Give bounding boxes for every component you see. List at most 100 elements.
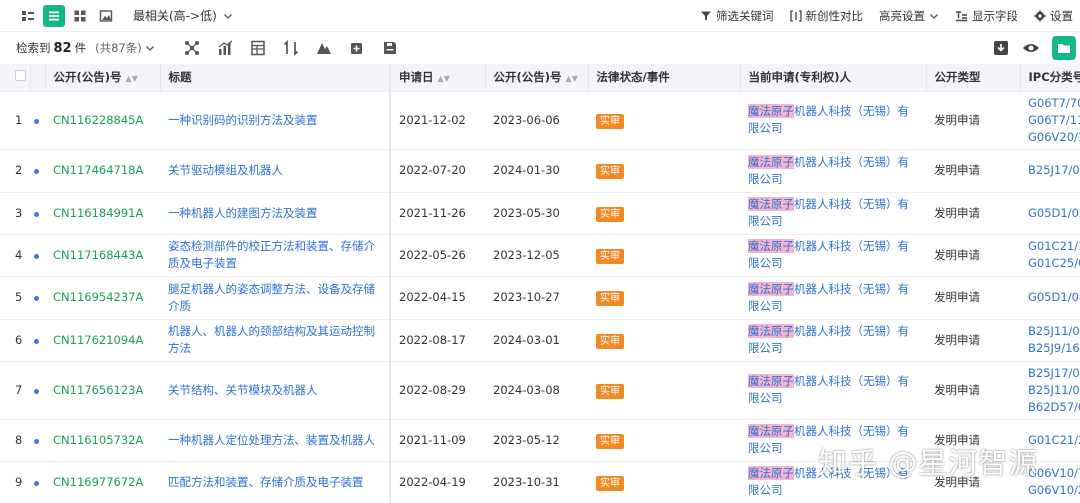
ipc-code[interactable]: G01C21/1: [1028, 238, 1080, 255]
sort-dropdown[interactable]: 最相关(高->低): [133, 7, 233, 24]
novelty-compare-button[interactable]: 新创性对比: [789, 8, 863, 24]
publication-number-link[interactable]: CN116977672A: [53, 475, 143, 489]
col-publication-date[interactable]: 公开(公告)号 ▲▼: [485, 64, 589, 91]
applicant-highlight[interactable]: 魔法原子: [748, 104, 794, 118]
title-link[interactable]: 姿态检测部件的校正方法和装置、存储介质及电子装置: [168, 239, 375, 270]
applicant-highlight[interactable]: 魔法原子: [748, 154, 794, 169]
publication-number-link[interactable]: CN117464718A: [53, 163, 143, 177]
landscape-tool-button[interactable]: [315, 39, 333, 57]
row-index: 5: [0, 275, 30, 319]
status-badge[interactable]: 实审: [596, 164, 624, 179]
status-badge[interactable]: 实审: [596, 206, 624, 222]
col-legal-status[interactable]: 法律状态/事件: [588, 64, 741, 91]
row-index: 4: [0, 233, 30, 276]
applicant-highlight[interactable]: 魔法原子: [748, 424, 794, 438]
title-link[interactable]: 一种识别码的识别方法及装置: [168, 113, 318, 127]
publication-number-link[interactable]: CN116184991A: [53, 206, 143, 220]
status-badge[interactable]: 实审: [596, 248, 624, 264]
status-badge[interactable]: 实审: [596, 475, 624, 491]
table-row[interactable]: 5 CN116954237A 腿足机器人的姿态调整方法、设备及存储介质 2022-04…: [0, 275, 1080, 319]
row-index: 9: [0, 460, 30, 503]
title-link[interactable]: 匹配方法和装置、存储介质及电子装置: [168, 475, 364, 489]
ipc-code[interactable]: B25J17/00: [1028, 365, 1080, 382]
col-applicant[interactable]: 当前申请(专利权)人: [740, 64, 927, 91]
settings-button[interactable]: 设置: [1034, 8, 1073, 24]
view-list-button[interactable]: [43, 4, 65, 27]
ipc-code[interactable]: G06V10/2: [1028, 482, 1080, 499]
ipc-code[interactable]: G05D1/08: [1028, 289, 1080, 306]
publication-type: 发明申请: [926, 318, 1020, 361]
col-publication-number[interactable]: 公开(公告)号 ▲▼: [45, 64, 161, 91]
col-ipc[interactable]: IPC分类号: [1020, 64, 1080, 91]
applicant-highlight[interactable]: 魔法原子: [748, 466, 794, 481]
col-application-date[interactable]: 申请日 ▲▼: [390, 64, 486, 91]
status-badge[interactable]: 实审: [596, 113, 624, 129]
table-row[interactable]: 1 CN116228845A 一种识别码的识别方法及装置 2021-12-02 2023…: [0, 90, 1080, 149]
title-link[interactable]: 腿足机器人的姿态调整方法、设备及存储介质: [168, 282, 375, 313]
applicant-highlight[interactable]: 魔法原子: [748, 374, 794, 388]
title-cell: 关节结构、关节模块及机器人: [160, 360, 391, 419]
status-badge[interactable]: 实审: [596, 383, 624, 399]
publication-number-link[interactable]: CN117656123A: [53, 383, 143, 397]
ipc-code[interactable]: B25J9/16: [1028, 340, 1080, 357]
ipc-cell: G05D1/08: [1020, 275, 1080, 319]
watermark: 知乎 @星河智源: [818, 446, 1039, 480]
table-tool-button[interactable]: [249, 39, 267, 57]
chart-tool-button[interactable]: [216, 39, 234, 57]
title-link[interactable]: 关节结构、关节模块及机器人: [168, 383, 318, 397]
publication-number-link[interactable]: CN116105732A: [53, 433, 143, 447]
compare-tool-button[interactable]: [282, 39, 300, 57]
ipc-code[interactable]: B25J11/00: [1028, 323, 1080, 340]
document-table-icon: [250, 40, 265, 56]
publication-number-link[interactable]: CN116228845A: [53, 113, 143, 127]
select-all-checkbox[interactable]: [15, 70, 26, 82]
applicant-cell: 魔法原子机器人科技（无锡）有限公司: [740, 275, 926, 319]
title-link[interactable]: 关节驱动模组及机器人: [168, 163, 283, 177]
applicant-highlight[interactable]: 魔法原子: [748, 197, 794, 211]
publication-number-link[interactable]: CN117621094A: [53, 333, 143, 347]
folder-button[interactable]: [1052, 36, 1076, 60]
ipc-code[interactable]: B62D57/0: [1028, 399, 1080, 416]
ipc-code[interactable]: B25J17/02: [1028, 162, 1080, 179]
status-badge[interactable]: 实审: [596, 333, 624, 349]
title-link[interactable]: 机器人、机器人的颈部结构及其运动控制方法: [168, 324, 375, 355]
view-grid-list-button[interactable]: [17, 5, 39, 27]
filter-keywords-button[interactable]: 筛选关键词: [700, 8, 774, 24]
display-fields-button[interactable]: 显示字段: [955, 8, 1018, 24]
publication-number-link[interactable]: CN116954237A: [53, 290, 143, 304]
eye-icon[interactable]: [1022, 39, 1040, 57]
publication-number-link[interactable]: CN117168443A: [53, 248, 143, 262]
ipc-code[interactable]: G06V20/1: [1028, 129, 1080, 146]
col-title[interactable]: 标题: [160, 64, 391, 91]
ipc-code[interactable]: G06T7/70: [1028, 95, 1080, 112]
table-row[interactable]: 4 CN117168443A 姿态检测部件的校正方法和装置、存储介质及电子装置 202…: [0, 233, 1080, 276]
status-badge[interactable]: 实审: [596, 291, 624, 306]
result-count[interactable]: 检索到 82 件 (共87条): [16, 40, 155, 56]
ipc-code[interactable]: G06T7/11: [1028, 112, 1080, 129]
table-row[interactable]: 7 CN117656123A 关节结构、关节模块及机器人 2022-08-29 2024…: [0, 360, 1080, 419]
title-link[interactable]: 一种机器人定位处理方法、装置及机器人: [168, 433, 375, 447]
applicant-highlight[interactable]: 魔法原子: [748, 239, 794, 253]
cluster-tool-button[interactable]: [183, 39, 201, 57]
applicant-highlight[interactable]: 魔法原子: [748, 324, 794, 338]
table-row[interactable]: 3 CN116184991A 一种机器人的建图方法及装置 2021-11-26 2023…: [0, 191, 1080, 234]
applicant-highlight[interactable]: 魔法原子: [748, 281, 794, 296]
select-all-checkbox-cell[interactable]: [0, 64, 31, 91]
table-row[interactable]: 6 CN117621094A 机器人、机器人的颈部结构及其运动控制方法 2022-08…: [0, 318, 1080, 361]
status-badge[interactable]: 实审: [596, 433, 624, 449]
download-icon[interactable]: [992, 39, 1010, 57]
save-tool-button[interactable]: [381, 39, 399, 57]
col-publication-type[interactable]: 公开类型: [926, 64, 1021, 91]
highlight-settings-dropdown[interactable]: 高亮设置: [879, 8, 939, 24]
ipc-code[interactable]: G01C25/0: [1028, 255, 1080, 272]
title-link[interactable]: 一种机器人的建图方法及装置: [168, 206, 318, 220]
ipc-code[interactable]: B25J11/00: [1028, 382, 1080, 399]
table-row[interactable]: 2 CN117464718A 关节驱动模组及机器人 2022-07-20 2024-01…: [0, 148, 1080, 192]
ipc-code[interactable]: G05D1/02: [1028, 205, 1080, 222]
view-image-button[interactable]: [95, 5, 117, 27]
title-cell: 一种识别码的识别方法及装置: [160, 90, 391, 149]
list-icon: [49, 11, 59, 20]
add-to-folder-button[interactable]: [348, 39, 366, 57]
view-card-button[interactable]: [69, 5, 91, 27]
toolbar-right-group: 筛选关键词 新创性对比 高亮设置 显示字段 设置: [700, 0, 1080, 32]
